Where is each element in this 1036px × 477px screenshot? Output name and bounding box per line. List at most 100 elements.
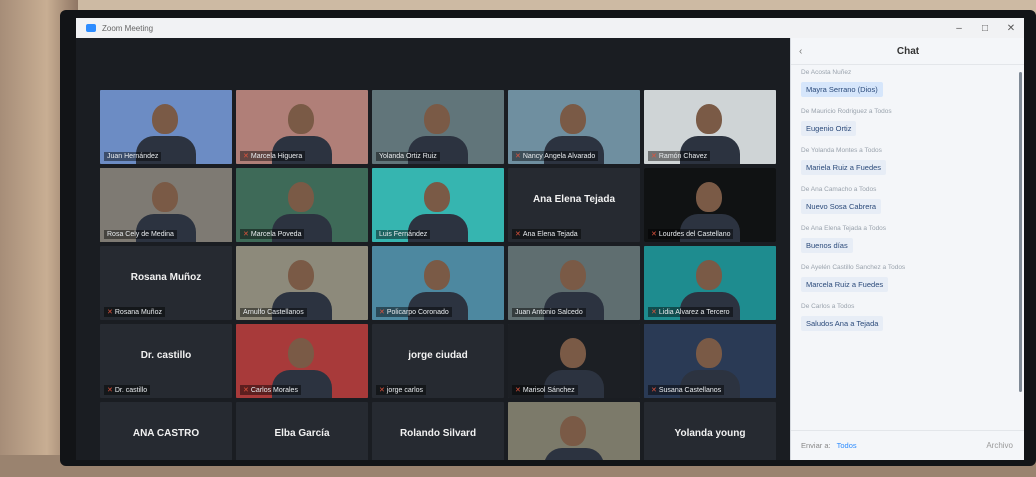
participant-name: Policarpo Coronado: [386, 309, 449, 316]
participant-name-label: ✕ Ana Elena Tejada: [512, 229, 581, 239]
participant-tile[interactable]: ✕ Ramón Chavez: [644, 90, 776, 164]
person-head: [696, 338, 722, 368]
person-head: [424, 104, 450, 134]
participant-name-label: ✕ Rosana Muñoz: [104, 307, 165, 317]
person-head: [696, 182, 722, 212]
participant-tile[interactable]: Arnulfo Castellanos: [236, 246, 368, 320]
muted-mic-icon: ✕: [379, 387, 385, 394]
participant-tile[interactable]: ✕ Marcela Poveda: [236, 168, 368, 242]
participant-tile[interactable]: ✕ Marcela Higuera: [236, 90, 368, 164]
participant-name-label: Luis Fernández: [376, 230, 431, 239]
muted-mic-icon: ✕: [243, 153, 249, 160]
gallery-view: Juan Hernández ✕ Marcela Higuera Yolanda Or…: [76, 38, 790, 460]
participant-name: Juan Hernández: [107, 153, 159, 160]
participant-name: Rosa Cely de Medina: [107, 231, 174, 238]
muted-mic-icon: ✕: [651, 231, 657, 238]
participant-name: Ramón Chavez: [658, 153, 708, 160]
participant-name-label: ✕ Ramón Chavez: [648, 151, 711, 161]
participant-tile[interactable]: ✕ Lourdes del Castellano: [644, 168, 776, 242]
chat-message-text: Eugenio Ortiz: [801, 121, 857, 136]
muted-mic-icon: ✕: [515, 387, 521, 394]
participant-name-label: ✕ jorge carlos: [376, 385, 427, 395]
chat-message-text: Nuevo Sosa Cabrera: [801, 199, 882, 214]
window-controls: – □ ✕: [946, 18, 1024, 38]
chat-message: De Carlos a Todos Saludos Ana a Tejada: [801, 303, 1015, 331]
participant-tile[interactable]: ✕ Carlos Morales: [236, 324, 368, 398]
participant-tile[interactable]: Dr. castillo ✕ Dr. castillo: [100, 324, 232, 398]
participant-tile[interactable]: Rosa Cely de Medina: [100, 168, 232, 242]
participant-tile[interactable]: ✕ Lidia Alvarez a Tercero: [644, 246, 776, 320]
participant-tile[interactable]: Elba García✕Elba García: [236, 402, 368, 460]
chat-message-sender: De Ana Camacho a Todos: [801, 186, 877, 193]
person-head: [560, 104, 586, 134]
person-head: [560, 338, 586, 368]
participant-name: Marisol Sánchez: [522, 387, 575, 394]
participant-name-label: ✕ Marisol Sánchez: [512, 385, 578, 395]
chat-message-sender: De Ana Elena Tejada a Todos: [801, 225, 887, 232]
participant-tile[interactable]: Yolanda Ortiz Ruiz: [372, 90, 504, 164]
person-head: [288, 104, 314, 134]
person-head: [696, 260, 722, 290]
participant-tile[interactable]: Yolanda young✕Yolanda Young: [644, 402, 776, 460]
chat-message-sender: De Mauricio Rodriguez a Todos: [801, 108, 892, 115]
participant-tile[interactable]: ✕ Marisol Sánchez: [508, 324, 640, 398]
window-title: Zoom Meeting: [102, 23, 154, 33]
recipient-select[interactable]: Todos: [837, 441, 857, 450]
muted-mic-icon: ✕: [243, 387, 249, 394]
chat-message: De Ayelén Castillo Sanchez a Todos Marcel…: [801, 264, 1015, 292]
window-titlebar: Zoom Meeting – □ ✕: [76, 18, 1024, 38]
participant-name-label: Yolanda Ortiz Ruiz: [376, 152, 440, 161]
participant-name-label: ✕ Carlos Morales: [240, 385, 301, 395]
participant-tile[interactable]: ✕ Policarpo Coronado: [372, 246, 504, 320]
chat-panel: ‹ Chat De Acosta Nuñez Mayra Serrano (Dio…: [790, 38, 1024, 460]
participant-tile[interactable]: Rolando Silvard✕Rolando Silva: [372, 402, 504, 460]
participant-name: Dr. castillo: [114, 387, 148, 394]
participant-name: Lourdes del Castellano: [658, 231, 731, 238]
participant-tile[interactable]: ✕Rosaura Ruiz: [508, 402, 640, 460]
participant-display-name: Yolanda young: [674, 428, 746, 439]
participant-name-label: ✕ Marcela Higuera: [240, 151, 306, 161]
chat-message-text: Marcela Ruiz a Fuedes: [801, 277, 889, 292]
participant-tile[interactable]: ✕ Nancy Angela Alvarado: [508, 90, 640, 164]
chevron-left-icon[interactable]: ‹: [799, 46, 813, 57]
maximize-button[interactable]: □: [972, 18, 998, 38]
participant-name-label: ✕ Marcela Poveda: [240, 229, 305, 239]
chat-message-text: Mayra Serrano (Dios): [801, 82, 883, 97]
participant-tile[interactable]: jorge ciudad ✕ jorge carlos: [372, 324, 504, 398]
participant-name: Yolanda Ortiz Ruiz: [379, 153, 437, 160]
participant-tile[interactable]: Rosana Muñoz ✕ Rosana Muñoz: [100, 246, 232, 320]
muted-mic-icon: ✕: [107, 309, 113, 316]
chat-message: De Acosta Nuñez Mayra Serrano (Dios): [801, 69, 1015, 97]
person-head: [288, 338, 314, 368]
muted-mic-icon: ✕: [651, 387, 657, 394]
muted-mic-icon: ✕: [243, 231, 249, 238]
person-head: [152, 182, 178, 212]
muted-mic-icon: ✕: [515, 231, 521, 238]
participant-tile[interactable]: Juan Hernández: [100, 90, 232, 164]
close-button[interactable]: ✕: [998, 18, 1024, 38]
participant-tile[interactable]: Juan Antonio Salcedo: [508, 246, 640, 320]
participant-tile[interactable]: Ana Elena Tejada ✕ Ana Elena Tejada: [508, 168, 640, 242]
participant-tile[interactable]: Luis Fernández: [372, 168, 504, 242]
file-button[interactable]: Archivo: [986, 441, 1013, 450]
participant-name: Rosana Muñoz: [114, 309, 162, 316]
chat-message-sender: De Carlos a Todos: [801, 303, 855, 310]
person-body: [544, 448, 604, 460]
participant-name: Marcela Poveda: [250, 231, 302, 238]
participant-name: Juan Antonio Salcedo: [515, 309, 583, 316]
participant-name: Lidia Alvarez a Tercero: [658, 309, 730, 316]
chat-scrollbar[interactable]: [1019, 72, 1022, 392]
person-head: [560, 416, 586, 446]
participant-name-label: Juan Hernández: [104, 152, 162, 161]
participant-tile[interactable]: ANA CASTRO✕ANA CASTRO: [100, 402, 232, 460]
participant-tile[interactable]: ✕ Susana Castellanos: [644, 324, 776, 398]
participant-display-name: Elba García: [274, 428, 330, 439]
participant-name: jorge carlos: [386, 387, 424, 394]
minimize-button[interactable]: –: [946, 18, 972, 38]
person-head: [424, 182, 450, 212]
chat-messages: De Acosta Nuñez Mayra Serrano (Dios) De Ma…: [791, 65, 1024, 346]
participant-grid: Juan Hernández ✕ Marcela Higuera Yolanda Or…: [100, 90, 776, 460]
person-head: [696, 104, 722, 134]
chat-recipient-bar: Enviar a: Todos Archivo: [791, 430, 1024, 460]
participant-display-name: Dr. castillo: [140, 350, 192, 361]
